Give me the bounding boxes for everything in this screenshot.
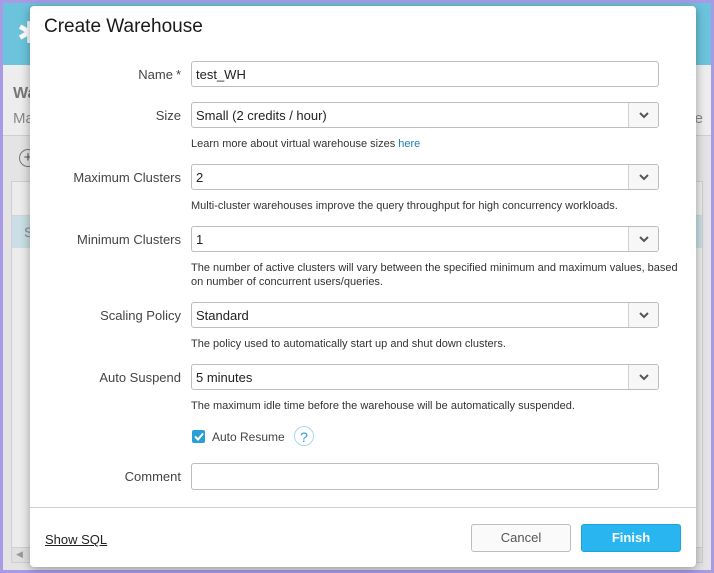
comment-input[interactable] (191, 463, 659, 490)
min-clusters-help-text: The number of active clusters will vary … (191, 262, 678, 288)
min-clusters-select[interactable]: 1 (191, 226, 659, 252)
required-marker: * (175, 67, 181, 82)
footer-divider (30, 507, 696, 508)
show-sql-link[interactable]: Show SQL (45, 532, 107, 547)
scaling-policy-select[interactable]: Standard (191, 302, 659, 328)
chevron-down-icon[interactable] (628, 227, 658, 251)
checkmark-icon (193, 432, 204, 441)
scaling-policy-value: Standard (196, 308, 249, 323)
scaling-policy-label: Scaling Policy (100, 308, 181, 323)
scaling-policy-help-text: The policy used to automatically start u… (191, 338, 506, 350)
auto-resume-checkbox[interactable] (192, 430, 205, 443)
name-label: Name * (138, 67, 181, 82)
help-question-icon[interactable]: ? (294, 426, 314, 446)
warehouse-sizes-link[interactable]: here (398, 138, 420, 150)
auto-suspend-label: Auto Suspend (99, 370, 181, 385)
min-clusters-label: Minimum Clusters (76, 232, 181, 247)
auto-suspend-select[interactable]: 5 minutes (191, 364, 659, 390)
name-label-text: Name (138, 67, 173, 82)
max-clusters-label: Maximum Clusters (73, 170, 181, 185)
cancel-button[interactable]: Cancel (471, 524, 571, 552)
min-clusters-value: 1 (196, 232, 204, 247)
chevron-down-icon[interactable] (628, 303, 658, 327)
chevron-down-icon[interactable] (628, 103, 658, 127)
chevron-down-icon[interactable] (628, 365, 658, 389)
chevron-down-icon[interactable] (628, 165, 658, 189)
dialog-title: Create Warehouse (44, 16, 203, 37)
create-warehouse-dialog: Create Warehouse Name * test_WH Size Smal… (30, 6, 696, 567)
max-clusters-select[interactable]: 2 (191, 164, 659, 190)
size-label: Size (155, 108, 181, 123)
finish-button[interactable]: Finish (581, 524, 681, 552)
max-clusters-help-text: Multi-cluster warehouses improve the que… (191, 200, 618, 212)
size-help-text: Learn more about virtual warehouse sizes… (191, 137, 671, 151)
size-select-value: Small (2 credits / hour) (196, 108, 327, 123)
auto-suspend-value: 5 minutes (196, 370, 253, 385)
size-help-text-body: Learn more about virtual warehouse sizes (191, 138, 399, 150)
auto-resume-label[interactable]: Auto Resume (212, 430, 285, 444)
max-clusters-value: 2 (196, 170, 204, 185)
name-input-value: test_WH (196, 67, 246, 82)
name-input[interactable]: test_WH (191, 61, 659, 87)
auto-suspend-help-text: The maximum idle time before the warehou… (191, 400, 575, 412)
scroll-left-icon[interactable]: ◀ (16, 549, 23, 560)
size-select[interactable]: Small (2 credits / hour) (191, 102, 659, 128)
comment-label: Comment (124, 469, 181, 484)
